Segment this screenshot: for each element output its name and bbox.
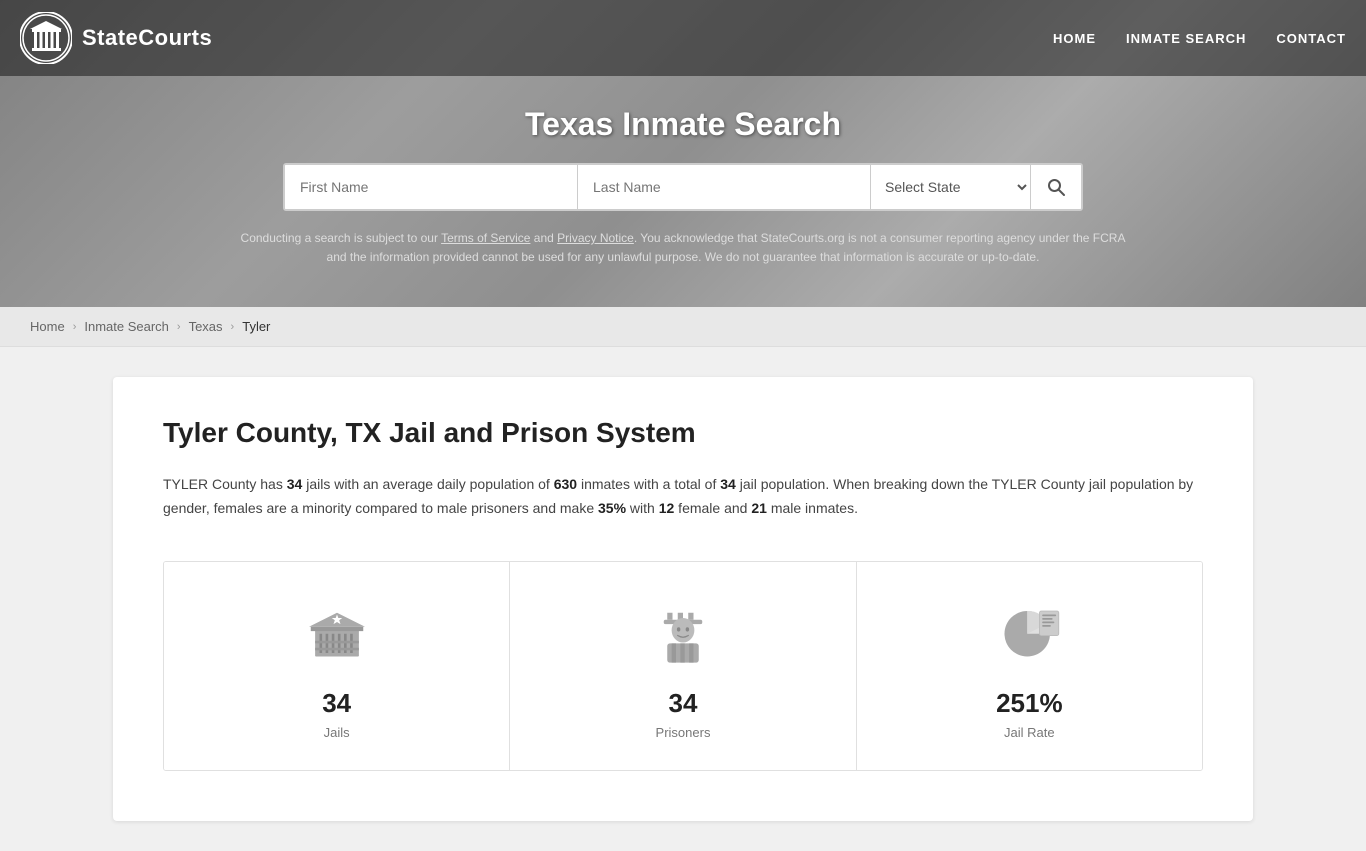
privacy-link[interactable]: Privacy Notice	[557, 231, 634, 245]
terms-link[interactable]: Terms of Service	[441, 231, 530, 245]
header: StateCourts HOME INMATE SEARCH CONTACT T…	[0, 0, 1366, 307]
total-jail-pop: 34	[720, 476, 736, 492]
breadcrumb-current: Tyler	[242, 319, 270, 334]
breadcrumb-sep-3: ›	[231, 321, 235, 333]
nav-contact[interactable]: CONTACT	[1276, 26, 1346, 51]
breadcrumb-inmate-search[interactable]: Inmate Search	[84, 319, 169, 334]
county-description: TYLER County has 34 jails with an averag…	[163, 473, 1203, 521]
jail-icon	[297, 592, 377, 672]
stats-row: 34 Jails	[163, 561, 1203, 771]
male-count: 21	[751, 500, 767, 516]
breadcrumb-state[interactable]: Texas	[189, 319, 223, 334]
search-bar: Select StateAlabamaAlaskaArizonaArkansas…	[283, 163, 1083, 211]
state-select[interactable]: Select StateAlabamaAlaskaArizonaArkansas…	[871, 165, 1031, 209]
logo-link[interactable]: StateCourts	[20, 12, 212, 64]
first-name-input[interactable]	[285, 165, 578, 209]
jails-stat-number: 34	[322, 688, 351, 719]
breadcrumb-home[interactable]: Home	[30, 319, 65, 334]
hero-title: Texas Inmate Search	[20, 106, 1346, 143]
content-card: Tyler County, TX Jail and Prison System …	[113, 377, 1253, 821]
female-pct: 35%	[598, 500, 626, 516]
nav-bar: StateCourts HOME INMATE SEARCH CONTACT	[0, 0, 1366, 76]
jails-count: 34	[287, 476, 303, 492]
breadcrumb-sep-2: ›	[177, 321, 181, 333]
logo-icon	[20, 12, 72, 64]
prisoners-stat-number: 34	[669, 688, 698, 719]
prisoner-icon	[643, 592, 723, 672]
jail-rate-stat-number: 251%	[996, 688, 1063, 719]
last-name-input[interactable]	[578, 165, 871, 209]
main-content: Tyler County, TX Jail and Prison System …	[83, 347, 1283, 851]
jails-stat-label: Jails	[324, 725, 350, 740]
prisoners-stat-label: Prisoners	[656, 725, 711, 740]
disclaimer: Conducting a search is subject to our Te…	[233, 229, 1133, 287]
jail-rate-icon	[989, 592, 1069, 672]
search-icon	[1046, 177, 1066, 197]
nav-inmate-search[interactable]: INMATE SEARCH	[1126, 26, 1246, 51]
breadcrumb-sep-1: ›	[73, 321, 77, 333]
avg-pop: 630	[554, 476, 577, 492]
nav-links: HOME INMATE SEARCH CONTACT	[1053, 26, 1346, 51]
search-button[interactable]	[1031, 165, 1081, 209]
female-count: 12	[659, 500, 675, 516]
stat-prisoners: 34 Prisoners	[510, 562, 856, 770]
hero-section: Texas Inmate Search Select StateAlabamaA…	[0, 76, 1366, 307]
nav-home[interactable]: HOME	[1053, 26, 1096, 51]
breadcrumb: Home › Inmate Search › Texas › Tyler	[0, 307, 1366, 347]
stat-jails: 34 Jails	[164, 562, 510, 770]
stat-jail-rate: 251% Jail Rate	[857, 562, 1202, 770]
logo-text: StateCourts	[82, 25, 212, 51]
county-title: Tyler County, TX Jail and Prison System	[163, 417, 1203, 449]
jail-rate-stat-label: Jail Rate	[1004, 725, 1055, 740]
